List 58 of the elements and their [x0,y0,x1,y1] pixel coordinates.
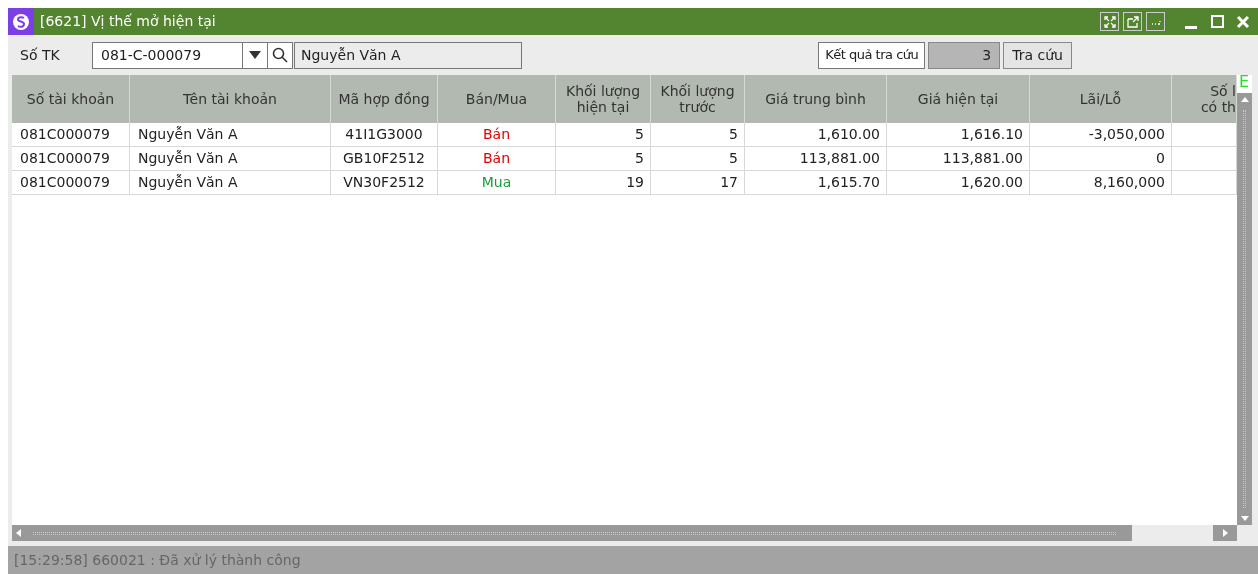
table-cell: 1,615.70 [745,171,887,194]
status-bar: [15:29:58] 660021 : Đã xử lý thành công [8,546,1258,574]
column-header[interactable]: Lãi/Lỗ [1030,75,1172,123]
account-dropdown[interactable]: 081-C-000079 [92,41,268,69]
table-cell: 113,881.00 [745,147,887,170]
table-cell: Bán [438,123,556,146]
table-cell: 081C000079 [12,123,130,146]
table-cell: 5 [651,147,745,170]
search-icon[interactable] [268,41,293,69]
column-header[interactable]: Giá trung bình [745,75,887,123]
column-header[interactable]: Mã hợp đồng [331,75,438,123]
horizontal-scrollbar[interactable] [12,525,1252,541]
table-cell: Nguyễn Văn A [130,171,331,194]
close-icon[interactable] [1236,14,1250,29]
table-cell: 5 [556,123,651,146]
column-header[interactable]: Bán/Mua [438,75,556,123]
column-header[interactable]: Khối lượng hiện tại [556,75,651,123]
column-header[interactable]: Giá hiện tại [887,75,1030,123]
app-logo-icon [8,8,34,35]
window-title: [6621] Vị thế mở hiện tại [40,12,216,31]
column-header[interactable]: Khối lượng trước [651,75,745,123]
table-cell: 19 [556,171,651,194]
table-cell: 081C000079 [12,171,130,194]
column-header[interactable]: Tên tài khoản [130,75,331,123]
table-cell: 1,616.10 [887,123,1030,146]
table-cell: Bán [438,147,556,170]
table-cell: -3,050,000 [1030,123,1172,146]
table-cell: Nguyễn Văn A [130,147,331,170]
table-cell: 1,610.00 [745,123,887,146]
table-cell: 5 [651,123,745,146]
table-cell: 1,620.00 [887,171,1030,194]
table-cell: 8,160,000 [1030,171,1172,194]
fullscreen-icon[interactable] [1100,12,1119,31]
external-window-icon[interactable] [1123,12,1142,31]
table-cell: Mua [438,171,556,194]
account-name-field[interactable]: Nguyễn Văn A [294,41,522,69]
maximize-icon[interactable] [1211,15,1224,28]
table-cell: 17 [651,171,745,194]
result-label: Kết quả tra cứu [818,41,926,69]
table-cell: 41I1G3000 [331,123,438,146]
vertical-scrollbar[interactable] [1237,93,1252,525]
table-cell: Nguyễn Văn A [130,123,331,146]
table-cell: GB10F2512 [331,147,438,170]
column-header[interactable]: Số tài khoản [12,75,130,123]
table-cell: 5 [556,147,651,170]
search-button[interactable]: Tra cứu [1003,41,1072,69]
table-cell: 113,881.00 [887,147,1030,170]
table-cell: 0 [1030,147,1172,170]
status-indicator: E [1238,73,1249,91]
result-count: 3 [928,41,1001,69]
scroll-up-icon[interactable] [1240,97,1249,102]
more-icon[interactable] [1146,12,1165,31]
account-label: Số TK [20,45,61,65]
scroll-right-icon[interactable] [1222,529,1228,537]
table-cell: VN30F2512 [331,171,438,194]
scroll-down-icon[interactable] [1240,516,1249,521]
table-cell: 081C000079 [12,147,130,170]
scroll-left-icon[interactable] [16,529,21,537]
